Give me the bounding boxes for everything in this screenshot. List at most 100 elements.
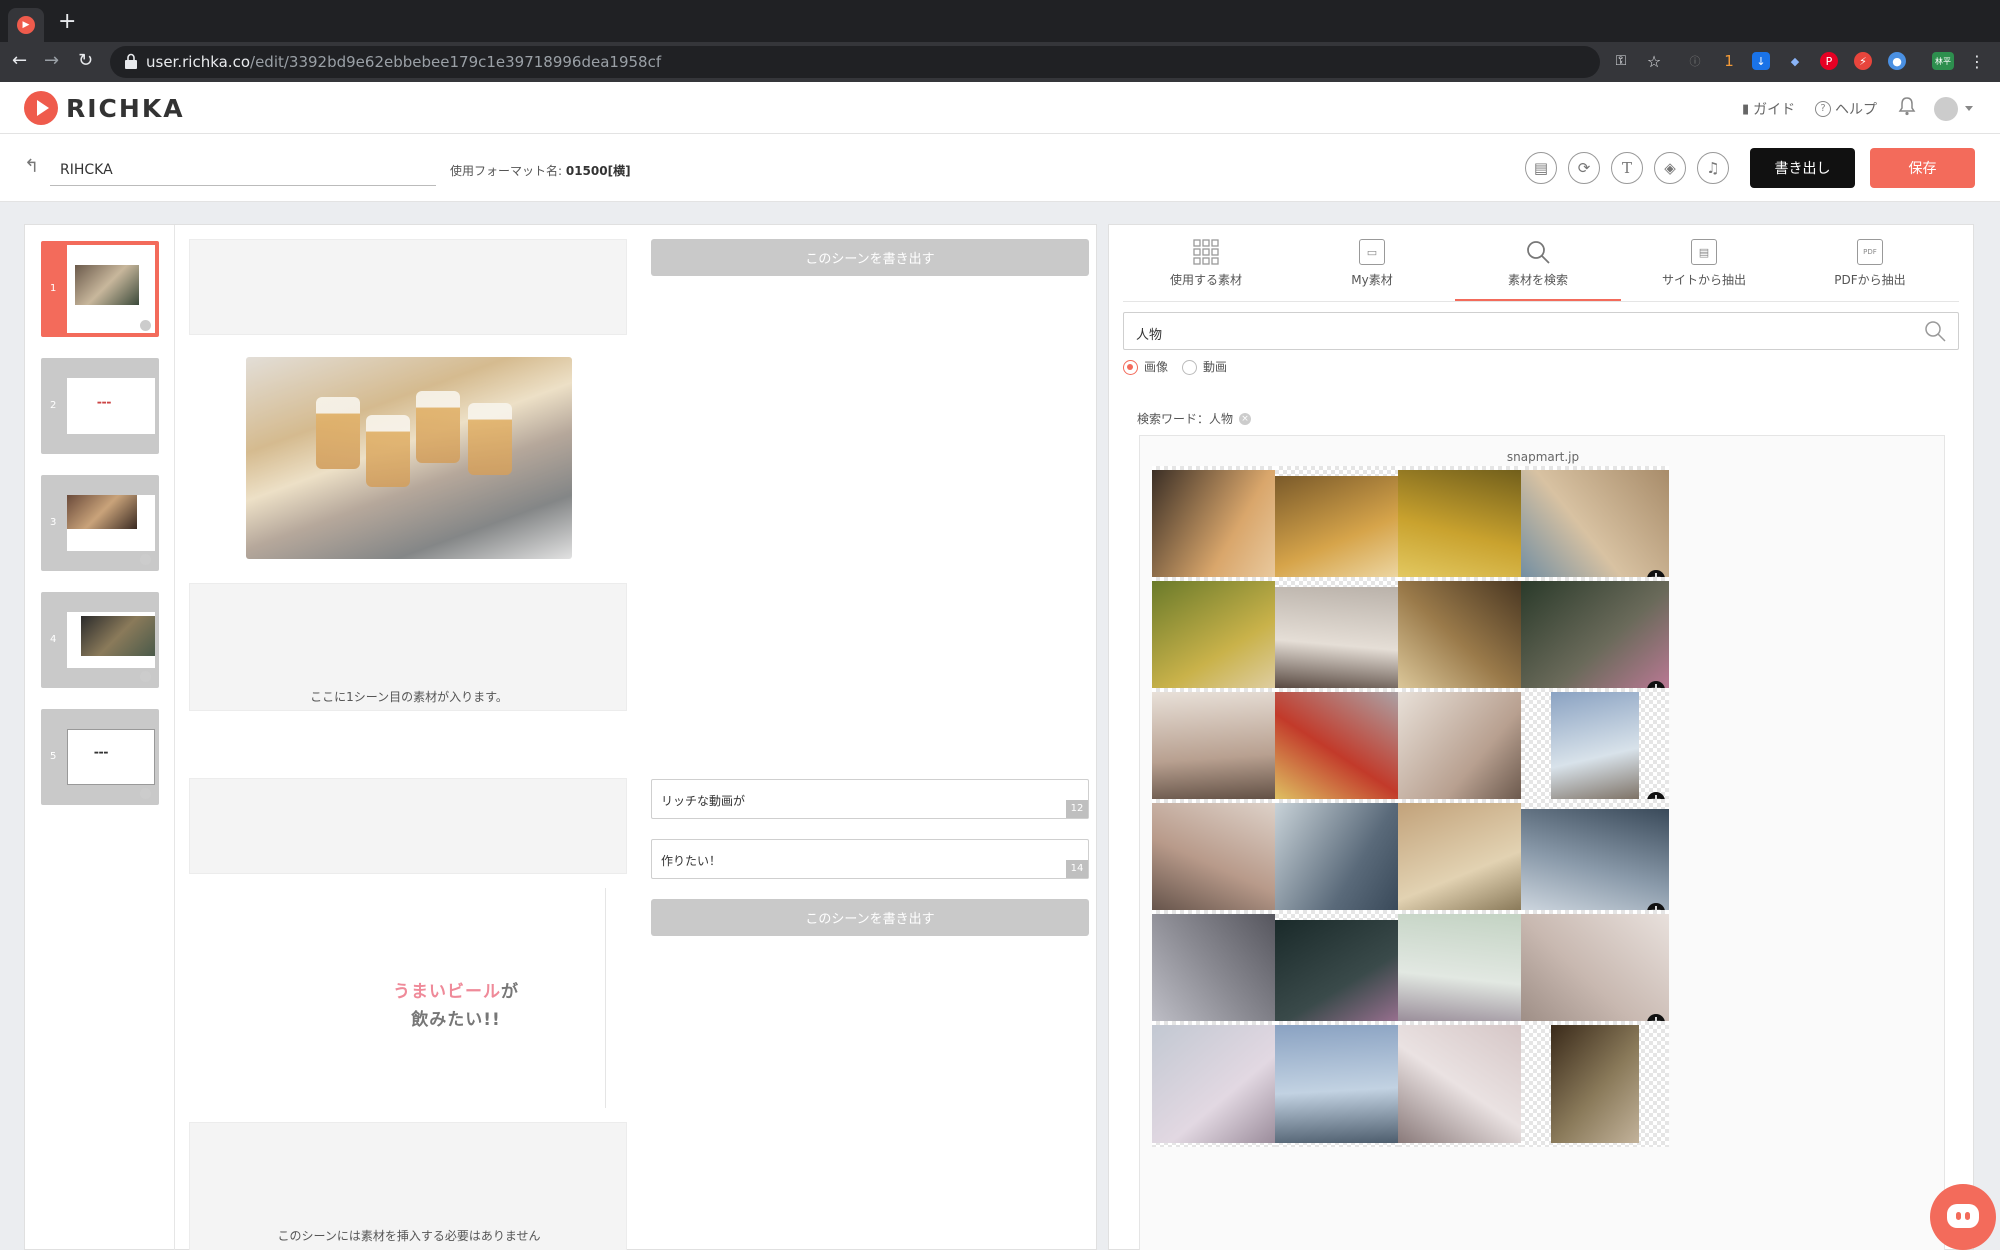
headline-rest: が xyxy=(501,982,519,1002)
radio-video-button[interactable] xyxy=(1182,360,1198,375)
radio-image[interactable]: 画像 xyxy=(1123,358,1168,375)
check-icon xyxy=(140,320,151,331)
scene-thumbnail-3[interactable]: 3 xyxy=(41,475,159,571)
photo-image xyxy=(1521,809,1669,915)
scene1-caption: ここに1シーン目の素材が入ります。 xyxy=(310,690,508,704)
clear-keyword-icon[interactable]: × xyxy=(1239,412,1252,425)
scene2-export-button[interactable]: このシーンを書き出す xyxy=(651,899,1089,936)
profile-ext[interactable]: 林平 xyxy=(1932,52,1954,70)
bell-icon[interactable] xyxy=(1898,96,1916,116)
radio-video[interactable]: 動画 xyxy=(1182,358,1227,375)
guide-link[interactable]: ▮ ガイド xyxy=(1742,99,1795,119)
radio-image-button[interactable] xyxy=(1123,360,1138,375)
scene2-caption: このシーンには素材を挿入する必要はありません xyxy=(277,1229,541,1243)
calendar-tool-icon[interactable]: ▤ xyxy=(1525,152,1557,184)
tab-label: 素材を検索 xyxy=(1507,273,1568,287)
thumb-text: ▬▬▬ xyxy=(94,750,109,756)
thumb-number: 1 xyxy=(50,283,57,294)
tab-my-materials[interactable]: ▭ My素材 xyxy=(1289,239,1455,301)
photo-image xyxy=(1551,692,1639,810)
scene2-text-preview[interactable]: うまいビールが 飲みたい!! xyxy=(306,888,606,1108)
new-tab-icon[interactable]: + xyxy=(58,9,76,34)
beer-glass xyxy=(468,403,512,475)
scene1-top-placeholder xyxy=(189,239,627,335)
browser-urlbar: ← → ↻ user.richka.co/edit/3392bd9e62ebbe… xyxy=(0,42,2000,82)
help-link[interactable]: ? ヘルプ xyxy=(1815,99,1877,119)
search-results: snapmart.jp ++++++++++++++++++++ xyxy=(1139,435,1945,1250)
chat-bubble-icon xyxy=(1947,1204,1979,1228)
extension-badge[interactable]: 1 xyxy=(1720,52,1738,70)
search-icon xyxy=(1525,239,1551,265)
thumb-number: 2 xyxy=(50,400,57,411)
browser-tab[interactable]: ▶ xyxy=(8,8,44,42)
user-avatar[interactable] xyxy=(1934,97,1958,121)
info-icon[interactable]: ⓘ xyxy=(1686,52,1704,70)
beer-glass xyxy=(316,397,360,469)
scene-thumbnail-2[interactable]: 2 ▬▬▬ xyxy=(41,358,159,454)
scene1-export-button[interactable]: このシーンを書き出す xyxy=(651,239,1089,276)
tab-used-materials[interactable]: 使用する素材 xyxy=(1123,239,1289,301)
tab-extract-site[interactable]: ▤ サイトから抽出 xyxy=(1621,239,1787,301)
result-photo[interactable]: + xyxy=(1521,910,1669,1036)
scene1-photo[interactable] xyxy=(246,357,572,559)
text-input-2[interactable]: 作りたい！ 14 xyxy=(651,839,1089,879)
result-photo[interactable] xyxy=(1521,1021,1669,1147)
diamond-ext-icon[interactable]: ◆ xyxy=(1786,52,1804,70)
media-type-radios: 画像 動画 xyxy=(1123,358,1227,375)
result-photo[interactable]: + xyxy=(1521,688,1669,814)
reload-icon[interactable]: ↻ xyxy=(78,50,93,71)
export-button[interactable]: 書き出し xyxy=(1750,148,1855,188)
tabs-divider xyxy=(1123,301,1959,302)
tab-extract-pdf[interactable]: PDF PDFから抽出 xyxy=(1787,239,1953,301)
source-label: snapmart.jp xyxy=(1506,450,1580,464)
refresh-tool-icon[interactable]: ⟳ xyxy=(1568,152,1600,184)
pinterest-ext-icon[interactable]: P xyxy=(1820,52,1838,70)
guide-label: ガイド xyxy=(1753,102,1796,118)
address-bar[interactable]: user.richka.co/edit/3392bd9e62ebbebee179… xyxy=(110,46,1600,78)
thumb-preview xyxy=(67,495,155,551)
forward-arrow-icon[interactable]: → xyxy=(44,50,59,71)
format-label: 使用フォーマット名: 01500[横] xyxy=(450,164,631,178)
material-panel: 使用する素材 ▭ My素材 素材を検索 ▤ サイトから抽出 PDF PDFから抽… xyxy=(1108,224,1974,1250)
check-icon xyxy=(140,671,151,682)
scene-thumbnail-1[interactable]: 1 xyxy=(41,241,159,337)
bolt-ext-icon[interactable]: ⚡ xyxy=(1854,52,1872,70)
return-arrow-icon[interactable]: ↰ xyxy=(24,156,42,177)
char-counter: 12 xyxy=(1066,800,1088,818)
thumb-number: 3 xyxy=(50,517,57,528)
star-icon[interactable]: ☆ xyxy=(1645,52,1663,71)
chat-support-button[interactable] xyxy=(1930,1184,1996,1250)
back-arrow-icon[interactable]: ← xyxy=(12,50,27,71)
menu-kebab-icon[interactable]: ⋮ xyxy=(1968,52,1986,71)
material-search-input[interactable]: 人物 xyxy=(1123,312,1959,350)
result-photo[interactable]: + xyxy=(1521,577,1669,703)
result-photo[interactable]: + xyxy=(1521,799,1669,925)
richka-logo-icon[interactable] xyxy=(24,91,58,125)
scene-thumbnail-4[interactable]: 4 xyxy=(41,592,159,688)
thumb-image xyxy=(75,265,139,305)
text-tool-icon[interactable]: T xyxy=(1611,152,1643,184)
photo-image xyxy=(1521,581,1669,699)
thumb-image xyxy=(67,495,137,529)
circle-ext-icon[interactable]: ● xyxy=(1888,52,1906,70)
save-button[interactable]: 保存 xyxy=(1870,148,1975,188)
result-photo[interactable]: + xyxy=(1521,466,1669,592)
thumb-preview xyxy=(67,612,155,668)
check-icon xyxy=(140,788,151,799)
photo-image xyxy=(1551,1025,1639,1143)
briefcase-icon: ▭ xyxy=(1359,239,1385,265)
tab-label: My素材 xyxy=(1351,273,1393,287)
scene-thumbnail-5[interactable]: 5 ▬▬▬ xyxy=(41,709,159,805)
text-input-1-value: リッチな動画が xyxy=(661,794,746,808)
app-logo[interactable]: RICHKA xyxy=(66,94,185,123)
project-title-input[interactable] xyxy=(50,154,436,186)
key-icon[interactable]: ⚿ xyxy=(1612,52,1630,70)
download-ext-icon[interactable]: ↓ xyxy=(1752,52,1770,70)
search-icon[interactable] xyxy=(1924,320,1946,342)
tab-label: 使用する素材 xyxy=(1169,273,1242,287)
text-input-1[interactable]: リッチな動画が 12 xyxy=(651,779,1089,819)
chevron-down-icon[interactable] xyxy=(1965,106,1973,111)
paint-bucket-icon[interactable]: ◈ xyxy=(1654,152,1686,184)
music-note-icon[interactable]: ♫ xyxy=(1697,152,1729,184)
tab-search-materials[interactable]: 素材を検索 xyxy=(1455,239,1621,301)
